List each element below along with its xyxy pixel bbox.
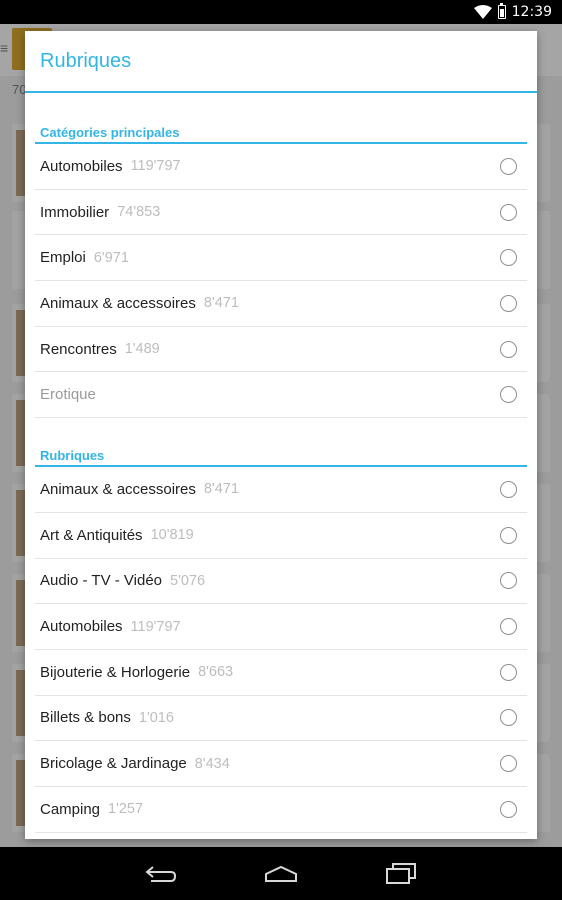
- radio-button[interactable]: [500, 526, 517, 544]
- section-header-main: Catégories principales: [35, 122, 527, 144]
- menu-icon: ≡: [0, 40, 9, 56]
- rubrique-label: Animaux & accessoires: [40, 480, 196, 498]
- radio-button[interactable]: [500, 203, 517, 221]
- dialog-title: Rubriques: [40, 49, 132, 72]
- rubrique-row-audio[interactable]: Audio - TV - Vidéo 5'076: [35, 559, 527, 605]
- rubrique-count: 8'471: [203, 481, 239, 498]
- rubrique-row-automobiles[interactable]: Automobiles 119'797: [35, 604, 527, 650]
- rubrique-row-bijouterie[interactable]: Bijouterie & Horlogerie 8'663: [35, 650, 527, 696]
- rubrique-count: 10'819: [150, 527, 194, 544]
- category-label: Animaux & accessoires: [40, 294, 196, 312]
- rubrique-label: Bricolage & Jardinage: [40, 755, 187, 773]
- radio-button[interactable]: [500, 709, 517, 727]
- section-title: Catégories principales: [40, 125, 180, 140]
- rubrique-row-animaux[interactable]: Animaux & accessoires 8'471: [35, 467, 527, 513]
- rubrique-label: Bijouterie & Horlogerie: [40, 663, 191, 681]
- rubrique-row-bricolage[interactable]: Bricolage & Jardinage 8'434: [35, 741, 527, 787]
- section-header-rubriques: Rubriques: [35, 445, 527, 468]
- category-count: 74'853: [117, 204, 161, 221]
- category-count: 1'489: [124, 341, 160, 358]
- category-row-erotique[interactable]: Erotique: [35, 372, 527, 419]
- back-icon[interactable]: [137, 857, 185, 891]
- rubriques-dialog: Rubriques Catégories principales Automob…: [25, 31, 537, 839]
- rubrique-count: 8'663: [198, 664, 234, 681]
- rubrique-count: 1'016: [138, 709, 174, 726]
- category-row-automobiles[interactable]: Automobiles 119'797: [35, 144, 527, 190]
- rubrique-count: 119'797: [130, 618, 181, 635]
- radio-button[interactable]: [500, 480, 517, 498]
- home-icon[interactable]: [257, 857, 305, 891]
- category-label: Erotique: [40, 386, 96, 404]
- rubrique-label: Automobiles: [40, 618, 123, 636]
- radio-button[interactable]: [500, 249, 517, 267]
- category-row-immobilier[interactable]: Immobilier 74'853: [35, 190, 527, 236]
- category-count: 8'471: [203, 295, 239, 312]
- navigation-bar: [0, 847, 562, 900]
- rubrique-label: Audio - TV - Vidéo: [40, 572, 163, 590]
- radio-button[interactable]: [500, 800, 517, 818]
- category-row-emploi[interactable]: Emploi 6'971: [35, 235, 527, 282]
- radio-button[interactable]: [500, 157, 517, 175]
- category-label: Immobilier: [40, 203, 110, 221]
- clock: 12:39: [511, 4, 552, 20]
- wifi-icon: [473, 5, 492, 19]
- radio-button[interactable]: [500, 340, 517, 358]
- dialog-header: Rubriques: [25, 31, 537, 93]
- radio-button[interactable]: [500, 663, 517, 681]
- rubrique-count: 8'434: [194, 755, 230, 772]
- radio-button[interactable]: [500, 386, 517, 404]
- section-title: Rubriques: [40, 448, 105, 464]
- category-label: Automobiles: [40, 157, 123, 175]
- recent-apps-icon[interactable]: [377, 857, 425, 891]
- category-row-animaux[interactable]: Animaux & accessoires 8'471: [35, 281, 527, 327]
- rubrique-row-billets[interactable]: Billets & bons 1'016: [35, 696, 527, 742]
- status-bar: 12:39: [0, 0, 562, 24]
- rubrique-row-art[interactable]: Art & Antiquités 10'819: [35, 513, 527, 559]
- rubrique-label: Art & Antiquités: [40, 526, 143, 544]
- category-list[interactable]: Catégories principales Automobiles 119'7…: [25, 93, 537, 839]
- rubrique-row-camping[interactable]: Camping 1'257: [35, 787, 527, 833]
- rubrique-label: Camping: [40, 800, 101, 818]
- radio-button[interactable]: [500, 572, 517, 590]
- category-row-rencontres[interactable]: Rencontres 1'489: [35, 327, 527, 373]
- rubrique-count: 1'257: [108, 801, 144, 818]
- rubrique-label: Billets & bons: [40, 709, 131, 727]
- battery-icon: [497, 3, 506, 19]
- category-label: Rencontres: [40, 340, 117, 358]
- category-count: 6'971: [93, 249, 129, 266]
- radio-button[interactable]: [500, 294, 517, 312]
- radio-button[interactable]: [500, 618, 517, 636]
- category-label: Emploi: [40, 249, 86, 267]
- rubrique-count: 5'076: [170, 572, 206, 589]
- radio-button[interactable]: [500, 755, 517, 773]
- category-count: 119'797: [130, 158, 181, 175]
